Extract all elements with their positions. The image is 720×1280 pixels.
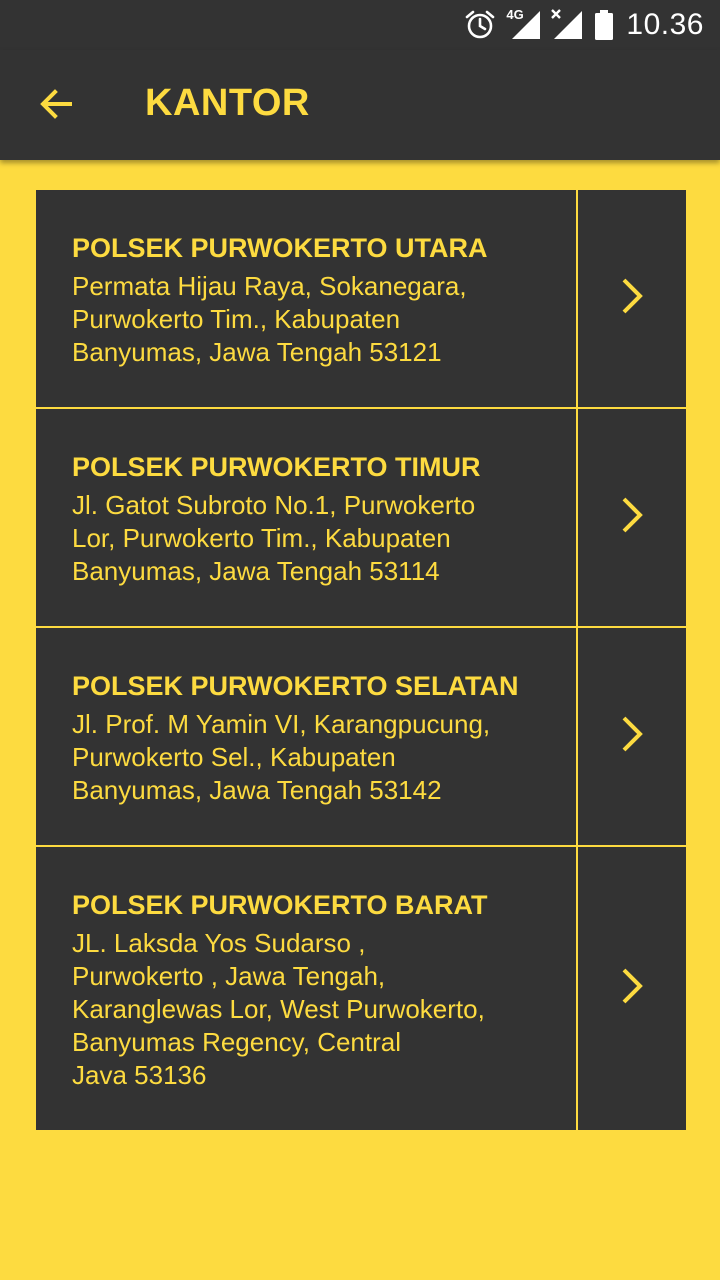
office-name: POLSEK PURWOKERTO SELATAN [72, 671, 519, 701]
chevron-right-icon [619, 276, 645, 321]
office-info: POLSEK PURWOKERTO TIMUR Jl. Gatot Subrot… [36, 409, 576, 626]
open-office-button[interactable] [578, 847, 686, 1130]
office-row[interactable]: POLSEK PURWOKERTO BARAT JL. Laksda Yos S… [36, 847, 686, 1130]
alarm-icon [464, 9, 496, 41]
signal-4g-icon: 4G [506, 7, 542, 41]
status-bar: 4G 10.36 [0, 0, 720, 50]
office-list: POLSEK PURWOKERTO UTARA Permata Hijau Ra… [36, 190, 686, 1130]
office-name: POLSEK PURWOKERTO UTARA [72, 233, 488, 263]
office-name: POLSEK PURWOKERTO TIMUR [72, 452, 481, 482]
app-bar: KANTOR [0, 50, 720, 160]
chevron-right-icon [619, 714, 645, 759]
office-info: POLSEK PURWOKERTO SELATAN Jl. Prof. M Ya… [36, 628, 576, 845]
page-title: KANTOR [145, 82, 310, 124]
office-row[interactable]: POLSEK PURWOKERTO TIMUR Jl. Gatot Subrot… [36, 409, 686, 626]
office-address: Permata Hijau Raya, Sokanegara, Purwoker… [72, 271, 467, 367]
office-name: POLSEK PURWOKERTO BARAT [72, 890, 488, 920]
open-office-button[interactable] [578, 190, 686, 407]
office-row[interactable]: POLSEK PURWOKERTO SELATAN Jl. Prof. M Ya… [36, 628, 686, 845]
chevron-right-icon [619, 495, 645, 540]
office-info: POLSEK PURWOKERTO BARAT JL. Laksda Yos S… [36, 847, 576, 1130]
battery-icon [594, 9, 614, 41]
open-office-button[interactable] [578, 628, 686, 845]
office-address: JL. Laksda Yos Sudarso , Purwokerto , Ja… [72, 928, 485, 1090]
back-button[interactable] [26, 76, 86, 136]
signal-no-data-icon [550, 9, 584, 41]
status-icons: 4G 10.36 [464, 6, 704, 44]
arrow-left-icon [36, 84, 76, 129]
status-time: 10.36 [626, 8, 704, 41]
office-address: Jl. Prof. M Yamin VI, Karangpucung, Purw… [72, 709, 491, 805]
office-row[interactable]: POLSEK PURWOKERTO UTARA Permata Hijau Ra… [36, 190, 686, 407]
open-office-button[interactable] [578, 409, 686, 626]
office-address: Jl. Gatot Subroto No.1, Purwokerto Lor, … [72, 490, 476, 586]
chevron-right-icon [619, 966, 645, 1011]
office-info: POLSEK PURWOKERTO UTARA Permata Hijau Ra… [36, 190, 576, 407]
